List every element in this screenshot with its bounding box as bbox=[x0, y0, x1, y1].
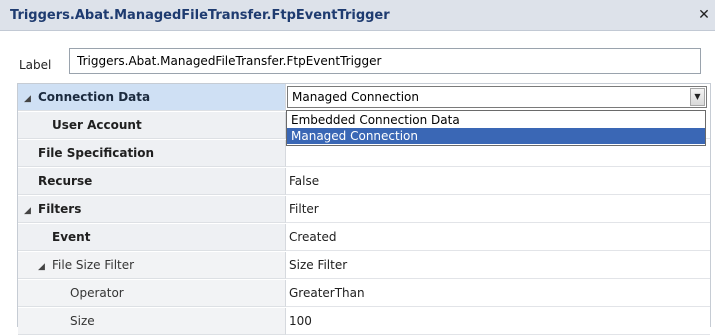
connection-data-value: Managed Connection bbox=[292, 90, 419, 104]
property-label: File Size Filter bbox=[52, 258, 135, 272]
property-label: Connection Data bbox=[38, 90, 151, 104]
grid-row-recurse[interactable]: Recurse False bbox=[18, 168, 710, 196]
close-icon[interactable]: ✕ bbox=[696, 7, 712, 23]
grid-row-operator[interactable]: Operator GreaterThan bbox=[18, 280, 710, 308]
connection-data-select[interactable]: Managed Connection ▼ bbox=[287, 86, 707, 108]
property-name: Recurse bbox=[18, 168, 286, 195]
label-input[interactable] bbox=[69, 48, 701, 74]
property-name: User Account bbox=[18, 112, 286, 139]
property-value[interactable]: 100 bbox=[286, 308, 710, 335]
property-name: Operator bbox=[18, 280, 286, 307]
label-caption: Label bbox=[19, 58, 52, 72]
property-value[interactable]: GreaterThan bbox=[286, 280, 710, 307]
dropdown-option-embedded-connection-data[interactable]: Embedded Connection Data bbox=[287, 112, 705, 128]
property-name: ◢ File Size Filter bbox=[18, 252, 286, 279]
dropdown-arrow-icon[interactable]: ▼ bbox=[690, 88, 705, 106]
property-name: Event bbox=[18, 224, 286, 251]
grid-row-size[interactable]: Size 100 bbox=[18, 308, 710, 336]
window-title: Triggers.Abat.ManagedFileTransfer.FtpEve… bbox=[10, 8, 390, 23]
window-titlebar: Triggers.Abat.ManagedFileTransfer.FtpEve… bbox=[0, 0, 715, 31]
property-name: ◢ Connection Data bbox=[18, 84, 286, 111]
grid-row-event[interactable]: Event Created bbox=[18, 224, 710, 252]
dropdown-option-managed-connection[interactable]: Managed Connection bbox=[287, 128, 705, 144]
property-name: File Specification bbox=[18, 140, 286, 167]
property-name: Size bbox=[18, 308, 286, 335]
grid-row-filters[interactable]: ◢ Filters Filter bbox=[18, 196, 710, 224]
property-value[interactable]: False bbox=[286, 168, 710, 195]
grid-row-connection-data[interactable]: ◢ Connection Data Managed Connection ▼ bbox=[18, 84, 710, 112]
property-name: ◢ Filters bbox=[18, 196, 286, 223]
expand-icon[interactable]: ◢ bbox=[24, 198, 38, 225]
property-value[interactable]: Filter bbox=[286, 196, 710, 223]
expand-icon[interactable]: ◢ bbox=[38, 254, 52, 281]
property-value[interactable]: Size Filter bbox=[286, 252, 710, 279]
property-value[interactable]: Created bbox=[286, 224, 710, 251]
expand-icon[interactable]: ◢ bbox=[24, 86, 38, 113]
property-label: Filters bbox=[38, 202, 82, 216]
connection-data-dropdown-list: Embedded Connection Data Managed Connect… bbox=[286, 110, 706, 146]
grid-row-file-size-filter[interactable]: ◢ File Size Filter Size Filter bbox=[18, 252, 710, 280]
